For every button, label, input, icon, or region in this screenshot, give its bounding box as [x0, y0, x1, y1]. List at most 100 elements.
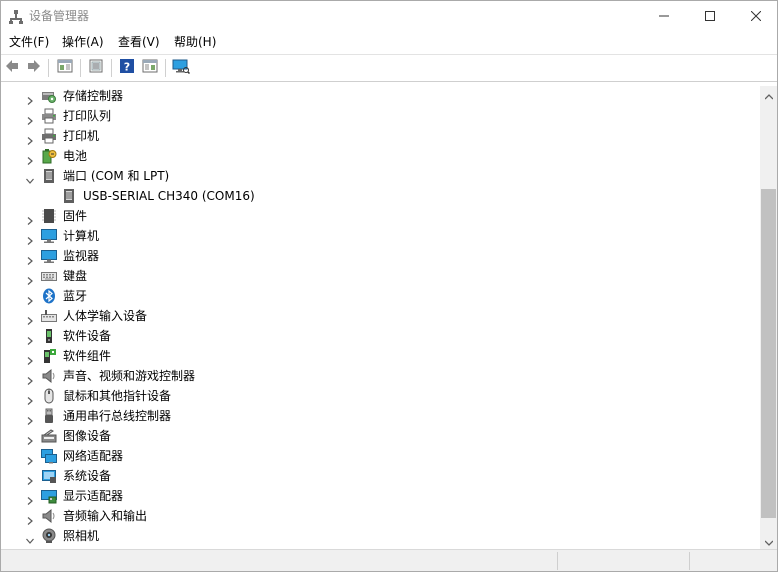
chevron-right-icon[interactable] [25, 111, 35, 125]
status-bar-separator [557, 552, 558, 570]
chevron-right-icon[interactable] [25, 471, 35, 485]
tree-node-label: 打印机 [63, 129, 100, 143]
tree-category-row[interactable]: 打印队列 [1, 106, 760, 126]
chevron-right-icon[interactable] [25, 91, 35, 105]
scan-hardware-icon [172, 58, 191, 78]
toolbar: ? [1, 54, 777, 82]
tree-node-label: 系统设备 [63, 469, 112, 483]
close-icon [751, 11, 761, 21]
tree-category-row[interactable]: 通用串行总线控制器 [1, 406, 760, 426]
display-adapter-icon [41, 488, 57, 504]
print-queue-icon [41, 108, 57, 124]
tree-category-row[interactable]: 声音、视频和游戏控制器 [1, 366, 760, 386]
chevron-right-icon[interactable] [25, 211, 35, 225]
tree-category-row[interactable]: 键盘 [1, 266, 760, 286]
tree-category-row[interactable]: 蓝牙 [1, 286, 760, 306]
chevron-right-icon[interactable] [25, 451, 35, 465]
show-hide-tree-button[interactable] [55, 58, 75, 78]
keyboard-icon [41, 268, 57, 284]
chevron-right-icon[interactable] [25, 251, 35, 265]
network-adapter-icon [41, 448, 57, 464]
maximize-button[interactable] [687, 1, 733, 31]
tree-node-label: 固件 [63, 209, 88, 223]
menu-view[interactable]: 查看(V) [115, 34, 163, 50]
tree-category-row[interactable]: 监视器 [1, 246, 760, 266]
hid-icon [41, 308, 57, 324]
tree-category-row[interactable]: 鼠标和其他指针设备 [1, 386, 760, 406]
scroll-thumb[interactable] [761, 189, 776, 518]
tree-category-row[interactable]: 计算机 [1, 226, 760, 246]
tree-node-label: 声音、视频和游戏控制器 [63, 369, 196, 383]
tree-category-row[interactable]: 照相机 [1, 526, 760, 546]
tree-node-label: 软件组件 [63, 349, 112, 363]
chevron-right-icon[interactable] [25, 151, 35, 165]
tree-category-row[interactable]: 电池 [1, 146, 760, 166]
chevron-right-icon[interactable] [25, 371, 35, 385]
chevron-right-icon[interactable] [25, 271, 35, 285]
chevron-right-icon[interactable] [25, 131, 35, 145]
tree-node-label: 网络适配器 [63, 449, 124, 463]
tree-category-row[interactable]: 音频输入和输出 [1, 506, 760, 526]
menu-action[interactable]: 操作(A) [59, 34, 107, 50]
scroll-up-button[interactable] [760, 86, 777, 103]
toolbar-separator [165, 59, 166, 77]
minimize-button[interactable] [641, 1, 687, 31]
chevron-right-icon[interactable] [25, 311, 35, 325]
chevron-right-icon[interactable] [25, 411, 35, 425]
tree-node-label: 计算机 [63, 229, 100, 243]
tree-node-label: 照相机 [63, 529, 100, 543]
tree-device-row[interactable]: USB-SERIAL CH340 (COM16) [1, 186, 760, 206]
forward-button[interactable] [24, 58, 44, 78]
device-tree: 存储控制器打印队列打印机电池端口 (COM 和 LPT) USB-SERIAL C… [1, 86, 760, 549]
toolbar-separator [48, 59, 49, 77]
tree-node-label: 图像设备 [63, 429, 112, 443]
chevron-right-icon[interactable] [25, 291, 35, 305]
tree-category-row[interactable]: 打印机 [1, 126, 760, 146]
help-icon: ? [119, 58, 135, 78]
close-button[interactable] [733, 1, 777, 31]
chevron-down-icon[interactable] [25, 531, 35, 544]
chevron-right-icon[interactable] [25, 511, 35, 525]
tree-category-row[interactable]: 显示适配器 [1, 486, 760, 506]
audio-io-icon [41, 508, 57, 524]
status-bar-separator [689, 552, 690, 570]
action-pane-button[interactable] [140, 58, 160, 78]
tree-node-label: USB-SERIAL CH340 (COM16) [83, 189, 255, 203]
tree-category-row[interactable]: 软件组件 [1, 346, 760, 366]
storage-controller-icon [41, 88, 57, 104]
scroll-down-button[interactable] [760, 532, 777, 549]
tree-category-row[interactable]: 存储控制器 [1, 86, 760, 106]
chevron-down-icon[interactable] [25, 171, 35, 184]
bluetooth-icon [41, 288, 57, 304]
speaker-icon [41, 368, 57, 384]
chevron-right-icon[interactable] [25, 431, 35, 445]
tree-category-row[interactable]: 人体学输入设备 [1, 306, 760, 326]
chevron-right-icon[interactable] [25, 331, 35, 345]
chevron-right-icon[interactable] [25, 391, 35, 405]
chevron-right-icon[interactable] [25, 351, 35, 365]
tree-category-row[interactable]: 图像设备 [1, 426, 760, 446]
tree-node-label: 端口 (COM 和 LPT) [63, 169, 170, 183]
menu-help[interactable]: 帮助(H) [171, 34, 219, 50]
port-icon [41, 168, 57, 184]
tree-category-row[interactable]: 端口 (COM 和 LPT) [1, 166, 760, 186]
title-bar[interactable]: 设备管理器 [1, 1, 777, 31]
toolbar-separator [111, 59, 112, 77]
tree-node-label: 音频输入和输出 [63, 509, 148, 523]
chevron-right-icon[interactable] [25, 231, 35, 245]
properties-button[interactable] [86, 58, 106, 78]
tree-category-row[interactable]: 系统设备 [1, 466, 760, 486]
menu-file[interactable]: 文件(F) [6, 34, 52, 50]
scan-hardware-button[interactable] [171, 58, 191, 78]
tree-node-label: 存储控制器 [63, 89, 124, 103]
help-button[interactable]: ? [117, 58, 137, 78]
tree-category-row[interactable]: 固件 [1, 206, 760, 226]
vertical-scrollbar[interactable] [760, 86, 777, 549]
computer-icon [41, 228, 57, 244]
tree-category-row[interactable]: 网络适配器 [1, 446, 760, 466]
scroll-down-arrow-icon [764, 531, 773, 550]
tree-node-label: 人体学输入设备 [63, 309, 148, 323]
back-button[interactable] [2, 58, 22, 78]
chevron-right-icon[interactable] [25, 491, 35, 505]
tree-category-row[interactable]: 软件设备 [1, 326, 760, 346]
